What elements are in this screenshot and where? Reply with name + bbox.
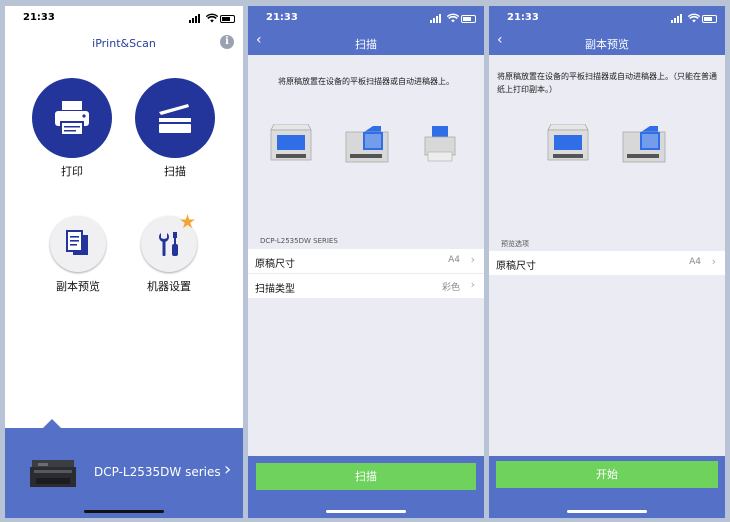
home-indicator <box>567 510 647 513</box>
scanner-icon <box>159 104 191 133</box>
copy-start-button[interactable]: 开始 <box>496 461 718 488</box>
row-value: A4 <box>448 255 460 265</box>
print-button[interactable] <box>32 78 112 158</box>
settings-row-paper-size[interactable]: 原稿尺寸 A4 › <box>489 251 725 275</box>
row-label: 原稿尺寸 <box>496 261 536 272</box>
wifi-icon <box>447 13 459 23</box>
status-icons <box>671 13 717 23</box>
home-indicator <box>84 510 164 513</box>
device-bar[interactable]: DCP-L2535DW series › <box>5 419 243 518</box>
document-copy-icon <box>66 230 88 255</box>
status-time: 21:33 <box>266 12 298 23</box>
scan-label: 扫描 <box>164 165 186 178</box>
settings-row-paper-size[interactable]: 原稿尺寸 A4 › <box>248 249 484 273</box>
scan-start-button[interactable]: 扫描 <box>256 463 476 490</box>
scan-instruction: 将原稿放置在设备的平板扫描器或自动进稿器上。 <box>278 77 454 86</box>
copy-instruction: 将原稿放置在设备的平板扫描器或自动进稿器上。（只能在普通纸上打印副本。） <box>497 72 717 94</box>
flatbed-scanner-image <box>547 124 589 161</box>
scan-button[interactable] <box>135 78 215 158</box>
home-screen: 21:33 iPrint&Scan i 打印 扫描 副本预览 ★ 机器设置 DC… <box>5 6 243 518</box>
info-icon[interactable]: i <box>220 35 234 49</box>
footer-notch <box>43 419 61 428</box>
section-label: DCP-L2535DW SERIES <box>260 237 338 245</box>
scan-header: 21:33 ‹ 扫描 <box>248 6 484 55</box>
status-time: 21:33 <box>23 12 55 23</box>
scan-title: 扫描 <box>355 38 377 51</box>
status-bar: 21:33 <box>5 6 243 32</box>
printer-device-image <box>30 460 76 487</box>
bottom-bar: 开始 <box>489 456 725 518</box>
chevron-right-icon: › <box>224 459 232 480</box>
printer-device-image <box>424 126 456 162</box>
copy-preview-header: 21:33 ‹ 副本预览 <box>489 6 725 55</box>
row-label: 扫描类型 <box>255 284 295 295</box>
app-title: iPrint&Scan <box>92 37 156 50</box>
battery-icon <box>461 15 476 23</box>
printer-icon <box>55 101 89 136</box>
wifi-icon <box>206 13 218 23</box>
status-bar: 21:33 <box>248 6 484 32</box>
signal-icon <box>430 14 444 23</box>
home-indicator <box>326 510 406 513</box>
battery-icon <box>220 15 235 23</box>
chevron-right-icon: › <box>711 255 716 268</box>
machine-settings-label: 机器设置 <box>147 280 191 293</box>
adf-scanner-image <box>345 126 389 163</box>
tools-icon <box>159 232 178 256</box>
flatbed-scanner-image <box>270 124 312 161</box>
copy-preview-title: 副本预览 <box>585 38 629 51</box>
status-icons <box>430 13 476 23</box>
status-icons <box>189 13 235 23</box>
copy-preview-label: 副本预览 <box>56 280 100 293</box>
copy-preview-screen: 21:33 ‹ 副本预览 将原稿放置在设备的平板扫描器或自动进稿器上。（只能在普… <box>489 6 725 518</box>
battery-icon <box>702 15 717 23</box>
settings-row-scan-type[interactable]: 扫描类型 彩色 › <box>248 274 484 298</box>
chevron-right-icon: › <box>470 253 475 266</box>
print-label: 打印 <box>61 165 83 178</box>
bottom-bar: 扫描 <box>248 456 484 518</box>
status-bar: 21:33 <box>489 6 725 32</box>
signal-icon <box>189 14 203 23</box>
adf-scanner-image <box>622 126 666 163</box>
star-icon: ★ <box>179 211 197 233</box>
section-label: 预览选项 <box>501 240 529 248</box>
copy-preview-button[interactable] <box>50 216 106 272</box>
device-name: DCP-L2535DW series <box>94 465 221 479</box>
row-value: A4 <box>689 257 701 267</box>
row-label: 原稿尺寸 <box>255 259 295 270</box>
status-time: 21:33 <box>507 12 539 23</box>
chevron-right-icon: › <box>470 278 475 291</box>
signal-icon <box>671 14 685 23</box>
wifi-icon <box>688 13 700 23</box>
row-value: 彩色 <box>441 283 460 293</box>
scan-screen: 21:33 ‹ 扫描 将原稿放置在设备的平板扫描器或自动进稿器上。 DCP-L2… <box>248 6 484 518</box>
